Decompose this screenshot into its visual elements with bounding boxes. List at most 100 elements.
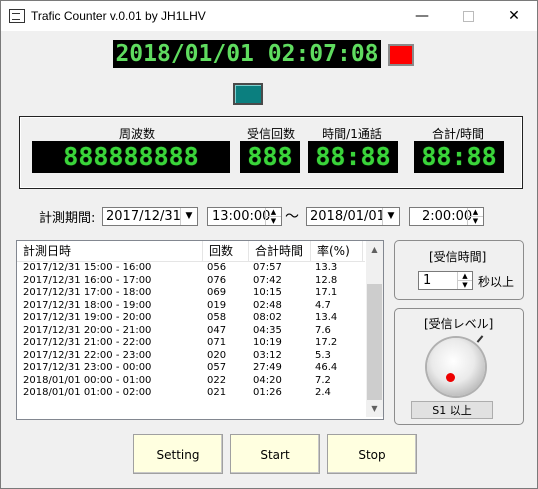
- frequency-value: 888888888: [63, 142, 199, 171]
- table-cell: 2.4: [315, 387, 331, 398]
- table-row[interactable]: 2017/12/31 21:00 - 22:00 071 10:19 17.2: [17, 337, 365, 350]
- table-row[interactable]: 2017/12/31 15:00 - 16:00 056 07:57 13.3: [17, 262, 365, 275]
- table-row[interactable]: 2017/12/31 20:00 - 21:00 047 04:35 7.6: [17, 325, 365, 338]
- scroll-down-icon[interactable]: ▼: [366, 400, 383, 417]
- table-header: 計測日時 回数 合計時間 率(%): [17, 241, 365, 262]
- scroll-up-icon[interactable]: ▲: [366, 241, 383, 258]
- table-row[interactable]: 2018/01/01 01:00 - 02:00 021 01:26 2.4: [17, 387, 365, 400]
- chevron-down-icon[interactable]: ▼: [382, 208, 399, 225]
- maximize-button[interactable]: [445, 1, 491, 31]
- column-header-count[interactable]: 回数: [203, 241, 249, 261]
- table-row[interactable]: 2017/12/31 23:00 - 00:00 057 27:49 46.4: [17, 362, 365, 375]
- stop-button[interactable]: Stop: [327, 434, 417, 474]
- record-indicator: [388, 44, 414, 66]
- table-cell: 2017/12/31 19:00 - 20:00: [23, 312, 152, 323]
- start-date-picker[interactable]: 2017/12/31 ▼: [102, 207, 198, 226]
- table-cell: 13.3: [315, 262, 338, 273]
- vertical-scrollbar[interactable]: ▲ ▼: [366, 241, 383, 417]
- recv-time-spinner[interactable]: 1 ▲ ▼: [418, 271, 473, 290]
- title-bar[interactable]: Trafic Counter v.0.01 by JH1LHV — ✕: [1, 1, 537, 31]
- scroll-thumb[interactable]: [367, 284, 382, 400]
- recv-time-value: 1: [423, 273, 432, 288]
- table-row[interactable]: 2018/01/01 00:00 - 01:00 022 04:20 7.2: [17, 375, 365, 388]
- start-time-spinner[interactable]: 13:00:00 ▲ ▼: [207, 207, 282, 226]
- meter-label-frequency: 周波数: [118, 127, 155, 141]
- table-cell: 047: [207, 324, 227, 336]
- table-cell: 2018/01/01 00:00 - 01:00: [23, 374, 152, 386]
- level-knob[interactable]: [427, 338, 485, 396]
- table-row[interactable]: 2017/12/31 22:00 - 23:00 020 03:12 5.3: [17, 350, 365, 363]
- spin-down-icon[interactable]: ▼: [468, 217, 483, 225]
- count-meter: 888: [240, 141, 300, 173]
- spin-down-icon[interactable]: ▼: [458, 281, 472, 289]
- recv-time-updown[interactable]: ▲ ▼: [457, 272, 472, 289]
- table-cell: 5.3: [315, 349, 331, 361]
- clock-display: 2018/01/01 02:07:08: [113, 40, 381, 68]
- table-row[interactable]: 2017/12/31 18:00 - 19:00 019 02:48 4.7: [17, 300, 365, 313]
- knob-indicator-dot: [446, 373, 455, 382]
- table-cell: 2017/12/31 16:00 - 17:00: [23, 274, 152, 286]
- table-cell: 03:12: [253, 349, 282, 361]
- minimize-button[interactable]: —: [399, 1, 445, 31]
- table-cell: 056: [207, 262, 227, 273]
- table-cell: 13.4: [315, 312, 338, 323]
- total-meter: 88:88: [414, 141, 504, 173]
- close-button[interactable]: ✕: [491, 1, 537, 31]
- table-cell: 069: [207, 287, 227, 298]
- recv-time-title: [受信時間]: [429, 250, 487, 264]
- end-date-picker[interactable]: 2018/01/01 ▼: [306, 207, 400, 226]
- meter-label-per-call: 時間/1通話: [322, 127, 382, 141]
- setting-button[interactable]: Setting: [133, 434, 223, 474]
- column-header-datetime[interactable]: 計測日時: [17, 241, 203, 261]
- table-cell: 10:15: [253, 287, 282, 298]
- start-date-value: 2017/12/31: [106, 209, 181, 224]
- table-row[interactable]: 2017/12/31 17:00 - 18:00 069 10:15 17.1: [17, 287, 365, 300]
- end-time-value: 2:00:00: [422, 209, 473, 224]
- table-cell: 021: [207, 387, 227, 398]
- table-cell: 2018/01/01 01:00 - 02:00: [23, 387, 152, 398]
- table-row[interactable]: 2017/12/31 19:00 - 20:00 058 08:02 13.4: [17, 312, 365, 325]
- app-icon: [9, 9, 25, 23]
- table-cell: 12.8: [315, 274, 338, 286]
- table-cell: 10:19: [253, 337, 282, 348]
- end-time-updown[interactable]: ▲ ▼: [467, 208, 483, 225]
- table-cell: 17.2: [315, 337, 338, 348]
- column-header-rate[interactable]: 率(%): [311, 241, 363, 261]
- period-separator: ～: [285, 209, 299, 225]
- window-title: Trafic Counter v.0.01 by JH1LHV: [31, 9, 206, 23]
- table-cell: 2017/12/31 20:00 - 21:00: [23, 324, 152, 336]
- chevron-down-icon[interactable]: ▼: [180, 208, 197, 225]
- table-cell: 2017/12/31 23:00 - 00:00: [23, 362, 152, 373]
- meter-label-total: 合計/時間: [431, 127, 485, 141]
- table-cell: 46.4: [315, 362, 338, 373]
- clock-text: 2018/01/01 02:07:08: [115, 41, 379, 67]
- table-cell: 04:35: [253, 324, 282, 336]
- period-label: 計測期間:: [39, 211, 96, 226]
- start-time-updown[interactable]: ▲ ▼: [265, 208, 281, 225]
- start-button[interactable]: Start: [230, 434, 320, 474]
- frequency-meter: 888888888: [32, 141, 230, 173]
- table-cell: 071: [207, 337, 227, 348]
- table-row[interactable]: 2017/12/31 16:00 - 17:00 076 07:42 12.8: [17, 275, 365, 288]
- spin-up-icon[interactable]: ▲: [266, 208, 281, 217]
- count-value: 888: [247, 142, 293, 171]
- table-cell: 7.6: [315, 324, 331, 336]
- table-cell: 2017/12/31 21:00 - 22:00: [23, 337, 152, 348]
- table-cell: 2017/12/31 17:00 - 18:00: [23, 287, 152, 298]
- end-time-spinner[interactable]: 2:00:00 ▲ ▼: [409, 207, 484, 226]
- table-cell: 07:57: [253, 262, 282, 273]
- table-cell: 01:26: [253, 387, 282, 398]
- table-cell: 019: [207, 299, 227, 311]
- meter-panel: 周波数 888888888 受信回数 888 時間/1通話 88:88 合計/時…: [19, 116, 523, 189]
- spin-up-icon[interactable]: ▲: [458, 272, 472, 281]
- column-header-total[interactable]: 合計時間: [249, 241, 311, 261]
- table-cell: 02:48: [253, 299, 282, 311]
- spin-down-icon[interactable]: ▼: [266, 217, 281, 225]
- end-date-value: 2018/01/01: [310, 209, 385, 224]
- log-table[interactable]: 計測日時 回数 合計時間 率(%) 2017/12/31 15:00 - 16:…: [16, 240, 384, 420]
- maximize-icon: [462, 10, 474, 22]
- spin-up-icon[interactable]: ▲: [468, 208, 483, 217]
- status-indicator: [233, 83, 263, 105]
- app-window: Trafic Counter v.0.01 by JH1LHV — ✕ 2018…: [0, 0, 538, 489]
- table-cell: 04:20: [253, 374, 282, 386]
